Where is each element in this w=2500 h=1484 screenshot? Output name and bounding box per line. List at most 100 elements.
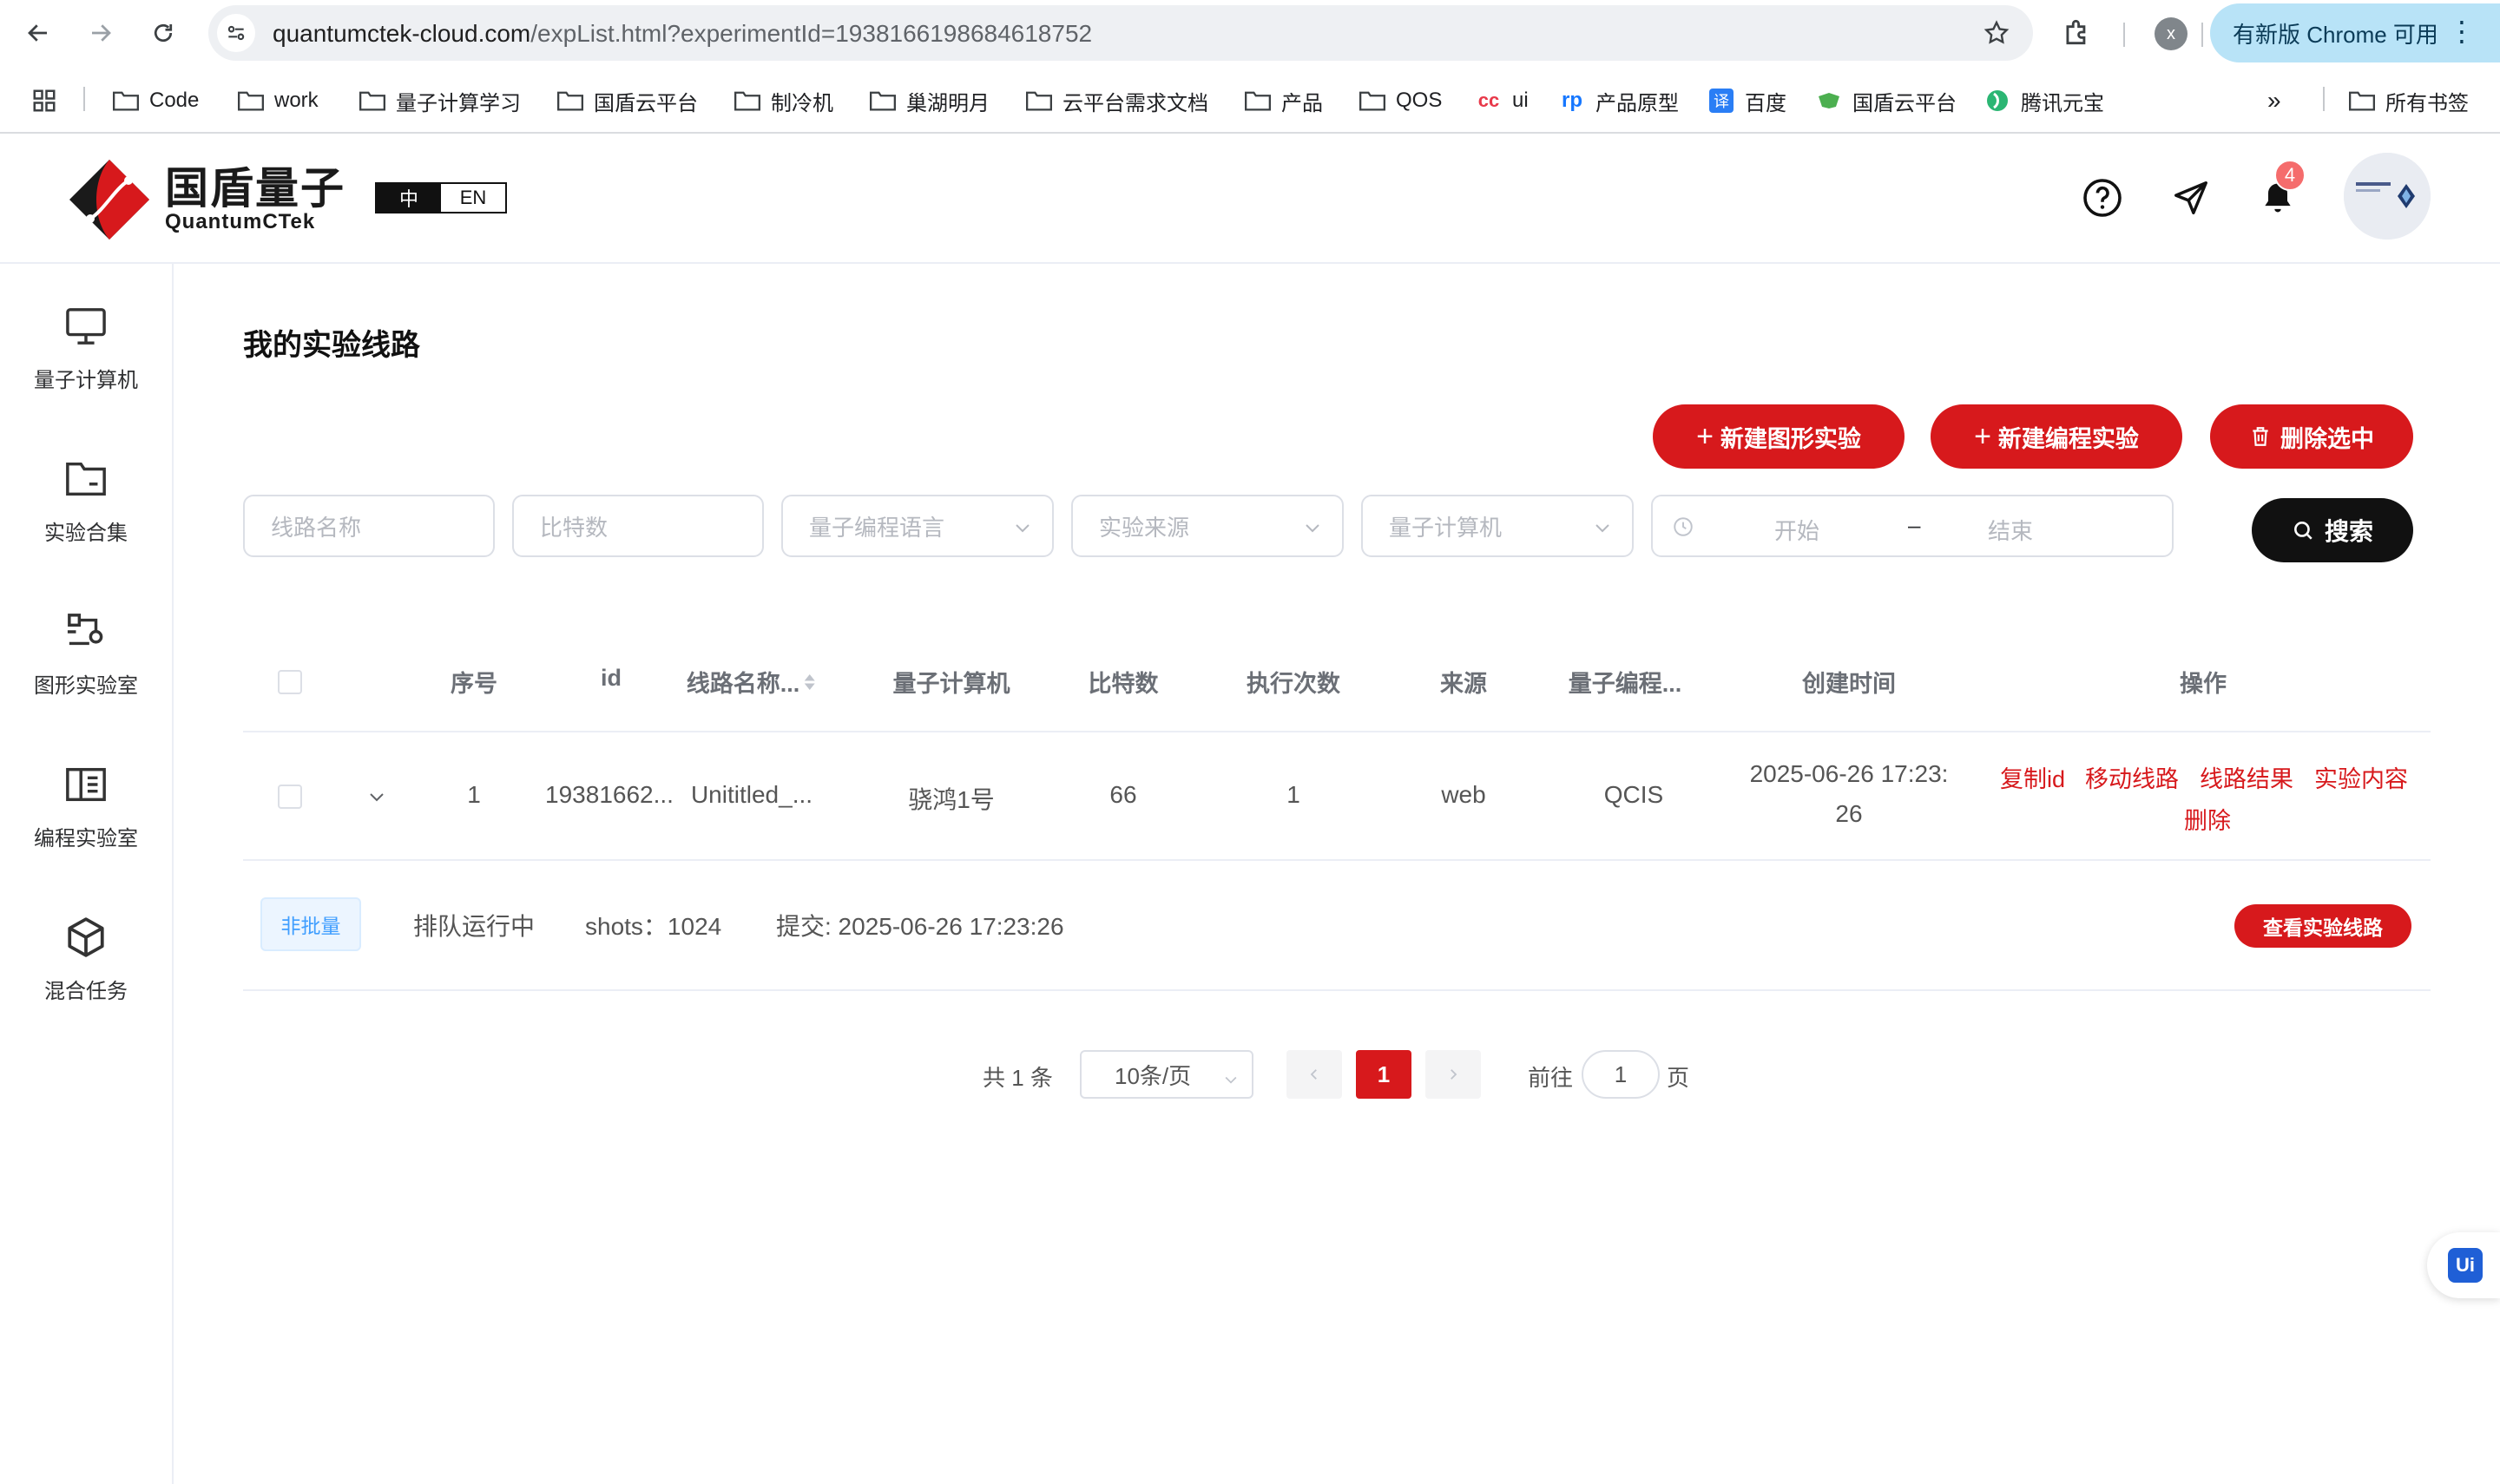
- computer-select[interactable]: 量子计算机: [1361, 495, 1634, 557]
- chevron-down-icon: [1012, 517, 1033, 544]
- move-circuit-link[interactable]: 移动线路: [2085, 760, 2179, 794]
- delete-selected-button[interactable]: 删除选中: [2210, 404, 2413, 469]
- arrow-right-icon: [92, 24, 111, 42]
- sidebar-item-hybrid-task[interactable]: 混合任务: [0, 894, 172, 1007]
- reload-button[interactable]: [146, 16, 181, 50]
- sidebar-item-label: 混合任务: [44, 980, 128, 1003]
- col-header-name[interactable]: 线路名称...: [687, 665, 818, 699]
- date-start-placeholder[interactable]: 开始: [1774, 514, 1819, 546]
- bookmark-refrigerator[interactable]: 制冷机: [734, 87, 833, 115]
- date-range-picker[interactable]: 开始 – 结束: [1651, 495, 2174, 557]
- next-page-button[interactable]: [1425, 1050, 1481, 1099]
- logo[interactable]: 国盾量子 QuantumCTek: [66, 158, 345, 241]
- sidebar-item-label: 实验合集: [44, 522, 128, 545]
- new-code-experiment-button[interactable]: + 新建编程实验: [1931, 404, 2182, 469]
- placeholder-text: 量子计算机: [1389, 514, 1503, 541]
- folder-icon: [62, 455, 110, 503]
- circuit-result-link[interactable]: 线路结果: [2200, 760, 2293, 794]
- copy-id-link[interactable]: 复制id: [2000, 760, 2065, 794]
- bookmark-label: work: [274, 89, 319, 112]
- experiment-content-link[interactable]: 实验内容: [2314, 760, 2408, 794]
- page-1-button[interactable]: 1: [1356, 1050, 1411, 1099]
- help-icon[interactable]: [2076, 172, 2128, 224]
- sort-icon[interactable]: [801, 672, 817, 699]
- view-circuit-button[interactable]: 查看实验线路: [2234, 904, 2411, 948]
- table-row[interactable]: 1 19381662... Unititled_... 骁鸿1号 66 1 we…: [243, 732, 2431, 861]
- bookmark-work[interactable]: work: [238, 87, 319, 115]
- bookmark-qos[interactable]: QOS: [1359, 87, 1442, 115]
- bookmark-ui[interactable]: cc ui: [1476, 87, 1529, 115]
- sidebar-item-label: 编程实验室: [34, 827, 138, 850]
- prev-page-button[interactable]: [1286, 1050, 1342, 1099]
- bookmark-label: 量子计算学习: [396, 91, 521, 115]
- page-size-select[interactable]: 10条/页: [1080, 1050, 1253, 1099]
- lang-cn-option[interactable]: 中: [377, 184, 441, 212]
- cube-icon: [62, 913, 110, 962]
- bookmarks-overflow-button[interactable]: »: [2267, 87, 2281, 115]
- placeholder-text: 比特数: [540, 514, 609, 541]
- yuanbao-logo-icon: [1984, 89, 2010, 112]
- goto-page-input[interactable]: 1: [1582, 1050, 1660, 1099]
- extensions-icon[interactable]: [2061, 16, 2094, 53]
- user-avatar[interactable]: [2344, 153, 2431, 240]
- sidebar-item-graphic-lab[interactable]: 图形实验室: [0, 588, 172, 701]
- sidebar-item-quantum-computer[interactable]: 量子计算机: [0, 283, 172, 396]
- cc-logo-icon: cc: [1477, 89, 1500, 111]
- sidebar-item-experiment-collection[interactable]: 实验合集: [0, 436, 172, 548]
- experiment-detail-row: 非批量 排队运行中 shots：1024 提交: 2025-06-26 17:2…: [243, 861, 2431, 991]
- source-select[interactable]: 实验来源: [1071, 495, 1344, 557]
- date-end-placeholder[interactable]: 结束: [1988, 514, 2033, 546]
- expand-chevron-icon[interactable]: [366, 786, 387, 811]
- update-label: 有新版 Chrome 可用: [2233, 21, 2438, 48]
- bookmark-label: 制冷机: [771, 91, 833, 115]
- qubits-input[interactable]: 比特数: [512, 495, 764, 557]
- sidebar-item-label: 量子计算机: [34, 369, 138, 392]
- language-select[interactable]: 量子编程语言: [781, 495, 1054, 557]
- forward-button[interactable]: [83, 16, 118, 50]
- bookmark-prototype[interactable]: rp 产品原型: [1559, 87, 1679, 115]
- sidebar-item-label: 图形实验室: [34, 674, 138, 698]
- row-checkbox[interactable]: [278, 785, 302, 809]
- chevron-down-icon: [1222, 1067, 1240, 1094]
- floating-assistant-button[interactable]: Ui: [2427, 1232, 2500, 1298]
- chrome-update-button[interactable]: 有新版 Chrome 可用 ⋮: [2210, 3, 2500, 62]
- chevron-down-icon: [1592, 517, 1613, 544]
- delete-link[interactable]: 删除: [2184, 802, 2231, 836]
- send-icon[interactable]: [2165, 172, 2217, 224]
- new-graphic-experiment-button[interactable]: + 新建图形实验: [1653, 404, 1905, 469]
- sidebar-item-code-lab[interactable]: 编程实验室: [0, 741, 172, 854]
- lang-en-option[interactable]: EN: [441, 184, 505, 212]
- button-label: 新建图形实验: [1720, 425, 1861, 452]
- search-button[interactable]: 搜索: [2252, 498, 2413, 562]
- circuit-name-input[interactable]: 线路名称: [243, 495, 495, 557]
- placeholder-text: 线路名称: [271, 514, 362, 541]
- site-settings-icon[interactable]: [217, 14, 255, 52]
- batch-tag: 非批量: [260, 897, 361, 951]
- bookmark-baidu[interactable]: 译百度: [1708, 87, 1786, 115]
- bookmark-quantum-learning[interactable]: 量子计算学习: [359, 87, 521, 115]
- bookmark-yuanbao[interactable]: 腾讯元宝: [1984, 87, 2104, 115]
- chevron-down-icon: [1302, 517, 1323, 544]
- bookmark-star-icon[interactable]: [1983, 19, 2010, 51]
- trash-icon: [2253, 427, 2268, 446]
- back-button[interactable]: [21, 16, 56, 50]
- ui-logo-icon: Ui: [2448, 1248, 2483, 1283]
- profile-avatar[interactable]: x: [2155, 17, 2188, 50]
- apps-grid-icon[interactable]: [31, 87, 57, 115]
- select-all-checkbox[interactable]: [278, 670, 302, 694]
- address-bar[interactable]: quantumctek-cloud.com/expList.html?exper…: [208, 5, 2033, 61]
- bookmark-code[interactable]: Code: [113, 87, 199, 115]
- all-bookmarks[interactable]: 所有书签: [2349, 87, 2469, 115]
- bookmark-product[interactable]: 产品: [1245, 87, 1323, 115]
- bookmark-label: Code: [149, 89, 200, 112]
- more-vert-icon[interactable]: ⋮: [2448, 16, 2476, 47]
- bookmark-chaohu[interactable]: 巢湖明月: [870, 87, 990, 115]
- bookmark-guodun-cloud-2[interactable]: 国盾云平台: [1816, 87, 1957, 115]
- url-text[interactable]: quantumctek-cloud.com/expList.html?exper…: [273, 20, 1092, 48]
- cell-runs: 1: [1286, 781, 1300, 808]
- bookmark-requirements[interactable]: 云平台需求文档: [1026, 87, 1208, 115]
- language-switch[interactable]: 中 EN: [375, 182, 507, 213]
- bookmark-label: 国盾云平台: [594, 91, 698, 115]
- bookmark-label: 腾讯元宝: [2021, 91, 2104, 115]
- bookmark-guodun-cloud[interactable]: 国盾云平台: [557, 87, 698, 115]
